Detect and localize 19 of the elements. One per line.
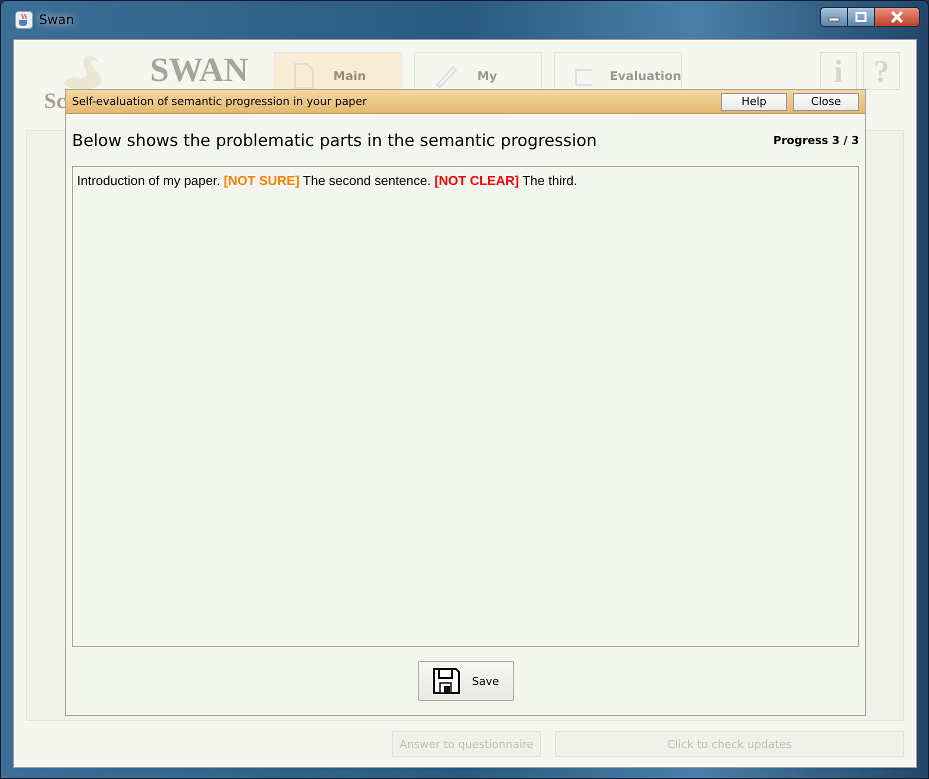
app-logo-text: SWAN: [150, 52, 248, 90]
window-title: Swan: [39, 12, 74, 28]
pen-icon: [433, 63, 460, 89]
dialog-button[interactable]: Close: [793, 92, 859, 110]
logo-text: Sc: [44, 88, 66, 114]
question-mark-button[interactable]: ?: [863, 52, 900, 90]
paper-text: Introduction of my paper. [NOT SURE] The second sentence. [NOT CLEAR] The third.: [77, 173, 578, 188]
text-area[interactable]: Introduction of my paper. [NOT SURE] The second sentence. [NOT CLEAR] The third.: [72, 166, 859, 647]
dialog-button[interactable]: Help: [721, 92, 787, 110]
progress-label: Progress 3 / 3: [773, 134, 859, 146]
close-button[interactable]: [874, 7, 920, 27]
save-button[interactable]: Save: [418, 661, 514, 701]
document-icon: [293, 63, 316, 89]
maximize-icon: [855, 12, 867, 22]
close-icon: [890, 11, 904, 23]
heading: Below shows the problematic parts in the semantic progression: [72, 130, 597, 150]
maximize-button[interactable]: [847, 7, 874, 27]
coffee-cup-icon: [15, 11, 33, 29]
minimize-button[interactable]: [820, 7, 847, 27]
